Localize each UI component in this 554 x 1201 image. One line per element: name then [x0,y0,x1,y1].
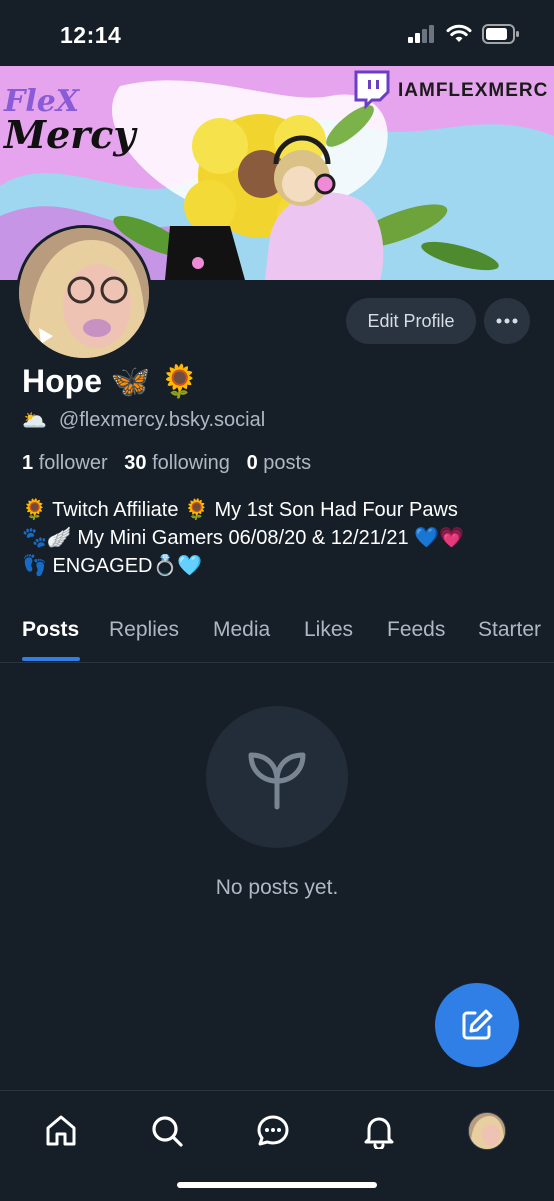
posts-count: 0 [246,452,258,474]
tab-feeds[interactable]: Feeds [387,618,445,642]
status-icons [408,24,520,44]
home-indicator [177,1182,377,1188]
status-bar: 12:14 [0,0,554,66]
ellipsis-icon [496,318,518,324]
banner-twitch-handle: IAMFLEXMERC [398,80,549,101]
empty-state-message: No posts yet. [215,876,339,899]
signal-icon [408,25,434,43]
sprout-icon [248,752,306,810]
bell-icon [364,1117,394,1149]
svg-text:Mercy: Mercy [2,112,138,157]
posts-label: posts [263,452,312,474]
avatar [468,1112,506,1150]
following-link[interactable]: 30 following [124,452,230,474]
following-label: following [152,452,230,474]
compose-button[interactable] [435,983,519,1067]
profile-stats: 1 follower 30 following 0 posts [22,452,311,475]
tab-media[interactable]: Media [213,618,270,642]
more-options-button[interactable] [484,298,530,344]
tab-likes[interactable]: Likes [304,618,353,642]
nav-home[interactable] [41,1111,81,1151]
bio-line: 🐾🪽 My Mini Gamers 06/08/20 & 12/21/21 💙💗 [22,527,465,549]
handle-emoji: 🌥️ [22,410,47,432]
nav-notifications[interactable] [359,1111,399,1151]
search-icon [152,1116,183,1147]
followers-link[interactable]: 1 follower [22,452,108,474]
nav-profile[interactable] [467,1111,507,1151]
bio-line: 🌻 Twitch Affiliate 🌻 My 1st Son Had Four… [22,499,458,521]
handle-row: 🌥️ @flexmercy.bsky.social [22,408,265,433]
tab-replies[interactable]: Replies [109,618,179,642]
tab-starter[interactable]: Starter [478,618,541,642]
handle: @flexmercy.bsky.social [58,409,266,431]
nav-chat[interactable] [253,1111,293,1151]
home-icon [46,1115,76,1146]
wifi-icon [446,24,472,42]
edit-profile-button[interactable]: Edit Profile [346,298,476,344]
battery-icon [482,24,519,44]
tab-posts[interactable]: Posts [22,618,79,642]
following-count: 30 [124,452,147,474]
active-tab-indicator [22,657,80,661]
display-name: Hope 🦋 🌻 [22,363,200,399]
profile-bio: 🌻 Twitch Affiliate 🌻 My 1st Son Had Four… [22,496,542,580]
profile-avatar[interactable] [16,225,152,361]
status-time: 12:14 [60,22,122,48]
followers-label: follower [38,452,108,474]
posts-stat: 0 posts [247,452,312,474]
profile-tabs: Posts Replies Media Likes Feeds Starter [0,610,554,663]
chat-icon [257,1115,289,1146]
bio-line: 👣 ENGAGED💍🩵 [22,555,203,577]
avatar-photo [19,228,149,358]
empty-state-icon-circle [206,706,348,848]
nav-search[interactable] [147,1111,187,1151]
followers-count: 1 [22,452,34,474]
nav-avatar-photo [469,1113,505,1149]
compose-icon [462,1009,493,1040]
